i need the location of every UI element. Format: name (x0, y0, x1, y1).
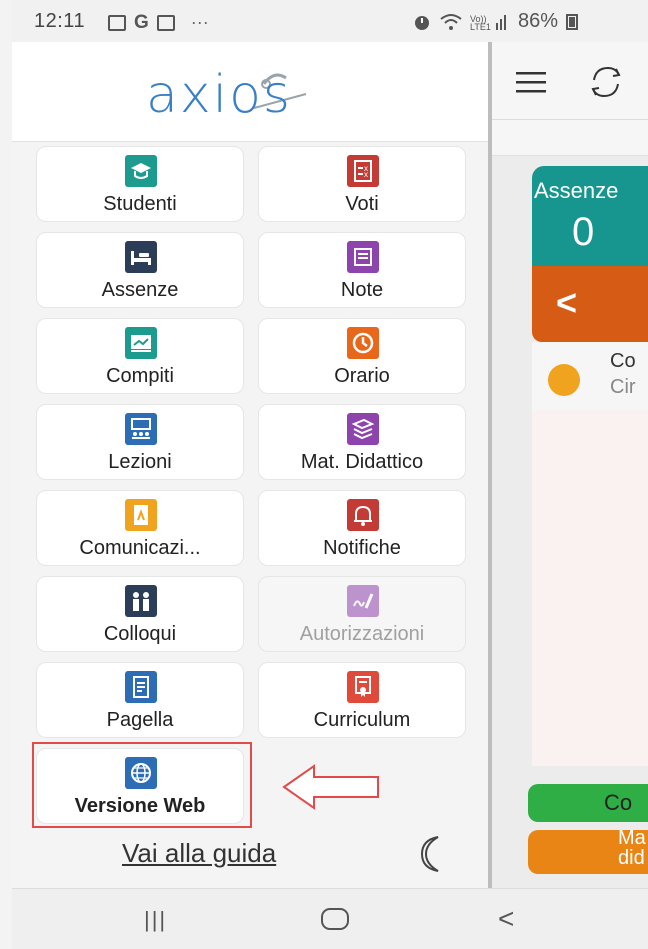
tile-assenze[interactable]: Assenze (36, 232, 244, 308)
tile-mat-didattico[interactable]: Mat. Didattico (258, 404, 466, 480)
graduation-cap-icon (125, 155, 157, 187)
back-button[interactable]: < (498, 903, 514, 935)
tile-label: Voti (345, 193, 379, 215)
report-card-icon (125, 671, 157, 703)
menu-icon[interactable] (514, 68, 548, 96)
orange-button[interactable]: Ma did (528, 830, 648, 874)
navigation-drawer: axios Studenti xx Voti Assenze Note Comp… (12, 42, 488, 888)
chevron-left-icon[interactable]: < (556, 282, 577, 324)
green-button-label: Co (604, 790, 633, 815)
tile-label: Orario (334, 365, 390, 387)
card-value: 0 (572, 210, 595, 254)
green-button[interactable]: Co (528, 784, 648, 822)
sub-toolbar (492, 120, 648, 156)
google-icon: G (134, 11, 149, 33)
board-icon (125, 327, 157, 359)
drawer-header: axios (12, 42, 488, 142)
screen: 12:11 G ··· Vo)) LTE1 86% axios Studenti… (0, 0, 648, 949)
highlight-box (32, 742, 252, 828)
people-icon (125, 585, 157, 617)
svg-text:LTE1: LTE1 (470, 22, 491, 31)
tile-label: Mat. Didattico (300, 451, 424, 473)
app-toolbar (492, 42, 648, 120)
wifi-icon (440, 13, 462, 30)
tile-studenti[interactable]: Studenti (36, 146, 244, 222)
tile-lezioni[interactable]: Lezioni (36, 404, 244, 480)
tile-label: Assenze (101, 279, 179, 301)
logo-text: axios (146, 65, 292, 125)
tile-label: Note (340, 279, 384, 301)
main-content: Assenze 0 < Co Cir Co Ma did (492, 42, 648, 888)
event-subtitle: Cir (610, 376, 636, 398)
date-nav-bar: < (532, 266, 648, 342)
tile-label: Comunicazi... (79, 537, 201, 559)
note-icon (347, 241, 379, 273)
tile-label: Studenti (103, 193, 177, 215)
orange-button-label: Ma did (618, 830, 646, 869)
classroom-icon (125, 413, 157, 445)
tile-voti[interactable]: xx Voti (258, 146, 466, 222)
tile-label: Compiti (106, 365, 174, 387)
tile-orario[interactable]: Orario (258, 318, 466, 394)
tile-comunicazioni[interactable]: Comunicazi... (36, 490, 244, 566)
pdf-file-icon (125, 499, 157, 531)
more-notifications-icon: ··· (190, 12, 209, 32)
clock-icon (347, 327, 379, 359)
gallery-icon (108, 14, 126, 31)
calendar-icon (156, 14, 175, 31)
alarm-icon (415, 15, 429, 30)
guide-link[interactable]: Vai alla guida (122, 838, 276, 869)
axios-logo: axios (146, 64, 366, 126)
home-button[interactable] (320, 907, 350, 931)
tile-label: Notifiche (323, 537, 401, 559)
books-icon (347, 413, 379, 445)
card-title: Assenze (534, 178, 619, 203)
svg-text:x: x (364, 170, 368, 179)
battery-percent: 86% (518, 10, 559, 32)
recent-apps-button[interactable]: ||| (144, 907, 167, 933)
signature-icon (347, 585, 379, 617)
tile-curriculum[interactable]: Curriculum (258, 662, 466, 738)
tile-compiti[interactable]: Compiti (36, 318, 244, 394)
system-icons: Vo)) LTE1 86% (412, 10, 579, 33)
pointer-arrow-icon (282, 764, 379, 810)
event-row[interactable]: Co Cir (532, 342, 648, 410)
system-nav-bar: ||| < (12, 888, 648, 949)
tile-note[interactable]: Note (258, 232, 466, 308)
notification-icons: G ··· (108, 12, 209, 33)
tile-label: Colloqui (103, 623, 177, 645)
refresh-icon[interactable] (586, 62, 626, 102)
tile-colloqui[interactable]: Colloqui (36, 576, 244, 652)
tile-label: Autorizzazioni (299, 623, 425, 645)
bed-icon (125, 241, 157, 273)
signal-icon: Vo))LTE1 (470, 14, 506, 31)
certificate-icon (347, 671, 379, 703)
tile-pagella[interactable]: Pagella (36, 662, 244, 738)
status-bar: 12:11 G ··· Vo)) LTE1 86% (12, 0, 648, 42)
tile-autorizzazioni[interactable]: Autorizzazioni (258, 576, 466, 652)
tile-label: Lezioni (108, 451, 172, 473)
grade-list-icon: xx (347, 155, 379, 187)
assenze-card[interactable]: Assenze 0 (532, 166, 648, 266)
battery-icon (566, 13, 579, 30)
status-time: 12:11 (34, 10, 86, 32)
status-dot-icon (548, 364, 580, 396)
moon-icon[interactable] (414, 834, 450, 874)
tile-label: Pagella (106, 709, 174, 731)
tile-label: Curriculum (313, 709, 411, 731)
bell-icon (347, 499, 379, 531)
event-title: Co (610, 350, 636, 372)
tile-notifiche[interactable]: Notifiche (258, 490, 466, 566)
